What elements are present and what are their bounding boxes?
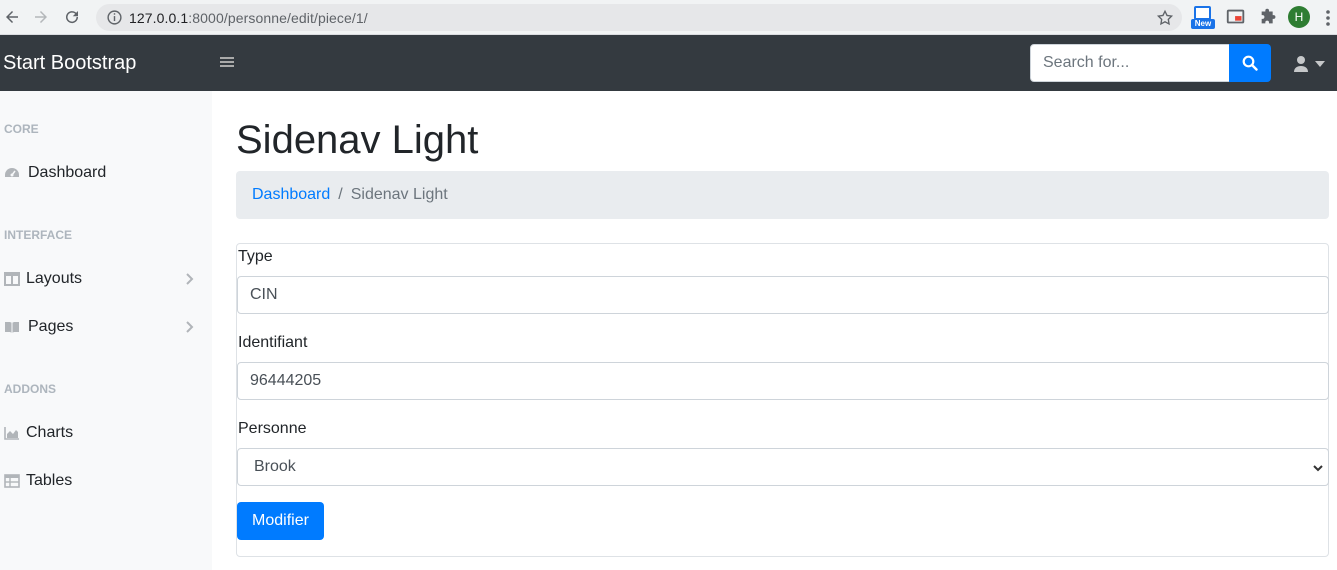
url-text: 127.0.0.1:8000/personne/edit/piece/1/: [129, 10, 368, 26]
breadcrumb-link-dashboard[interactable]: Dashboard: [252, 186, 330, 204]
sidebar-item-tables[interactable]: Tables: [0, 461, 212, 501]
chevron-right-icon: [186, 273, 194, 285]
sidebar-item-charts[interactable]: Charts: [0, 413, 212, 453]
navbar-brand[interactable]: Start Bootstrap: [3, 52, 136, 75]
sidebar-item-label: Pages: [28, 318, 74, 335]
address-bar[interactable]: 127.0.0.1:8000/personne/edit/piece/1/: [96, 4, 1182, 31]
extensions-puzzle-icon[interactable]: [1258, 6, 1280, 28]
sidebar-heading-addons: ADDONS: [4, 382, 57, 396]
sidebar-item-dashboard[interactable]: Dashboard: [0, 153, 212, 193]
sidebar-toggle-icon[interactable]: [220, 55, 234, 69]
chevron-down-icon: [1313, 465, 1323, 472]
table-icon: [4, 474, 20, 488]
edit-piece-form: Type Identifiant Personne Brook Modifier: [236, 243, 1329, 557]
modifier-button[interactable]: Modifier: [237, 502, 324, 540]
sidebar-heading-core: CORE: [4, 122, 39, 136]
extension-new-badge: New: [1191, 19, 1215, 29]
sidebar: CORE Dashboard INTERFACE Layouts Pages A…: [0, 91, 212, 570]
chevron-right-icon: [186, 321, 194, 333]
browser-menu-icon[interactable]: [1322, 8, 1334, 28]
user-icon: [1294, 56, 1308, 72]
search-button[interactable]: [1229, 44, 1271, 82]
sidebar-item-label: Dashboard: [28, 164, 107, 181]
sidebar-item-label: Layouts: [26, 270, 83, 287]
page-title: Sidenav Light: [236, 118, 479, 162]
cast-icon[interactable]: [1225, 6, 1247, 28]
sidebar-heading-interface: INTERFACE: [4, 228, 73, 242]
sidebar-item-label: Charts: [26, 424, 74, 441]
search-icon: [1242, 55, 1258, 71]
tachometer-icon: [5, 168, 19, 177]
breadcrumb-active: Sidenav Light: [350, 186, 448, 203]
area-chart-icon: [4, 427, 19, 440]
book-open-icon: [5, 322, 19, 333]
reload-icon[interactable]: [61, 6, 83, 28]
personne-selected-value: Brook: [254, 458, 296, 475]
caret-down-icon: [1315, 61, 1325, 67]
extension-window-icon: [1194, 6, 1211, 20]
bookmark-star-icon[interactable]: [1156, 9, 1174, 27]
extension-new-icon[interactable]: New: [1191, 6, 1215, 29]
browser-toolbar: 127.0.0.1:8000/personne/edit/piece/1/ Ne…: [0, 0, 1337, 35]
type-field[interactable]: [237, 276, 1329, 314]
type-label: Type: [238, 248, 273, 265]
sidebar-item-layouts[interactable]: Layouts: [0, 259, 212, 299]
personne-select[interactable]: Brook: [237, 448, 1329, 486]
columns-icon: [4, 272, 20, 286]
user-dropdown[interactable]: [1293, 54, 1333, 74]
sidebar-item-label: Tables: [26, 472, 73, 489]
identifiant-field[interactable]: [237, 362, 1329, 400]
back-icon[interactable]: [1, 6, 23, 28]
identifiant-label: Identifiant: [238, 334, 308, 351]
sidebar-item-pages[interactable]: Pages: [0, 307, 212, 347]
top-navbar: Start Bootstrap: [0, 35, 1337, 91]
search-input[interactable]: [1030, 44, 1230, 82]
personne-label: Personne: [238, 420, 307, 437]
forward-icon[interactable]: [30, 6, 52, 28]
breadcrumb: Dashboard / Sidenav Light: [236, 171, 1329, 219]
info-icon[interactable]: [106, 9, 123, 26]
profile-avatar[interactable]: H: [1288, 6, 1310, 28]
breadcrumb-separator: /: [338, 186, 343, 203]
